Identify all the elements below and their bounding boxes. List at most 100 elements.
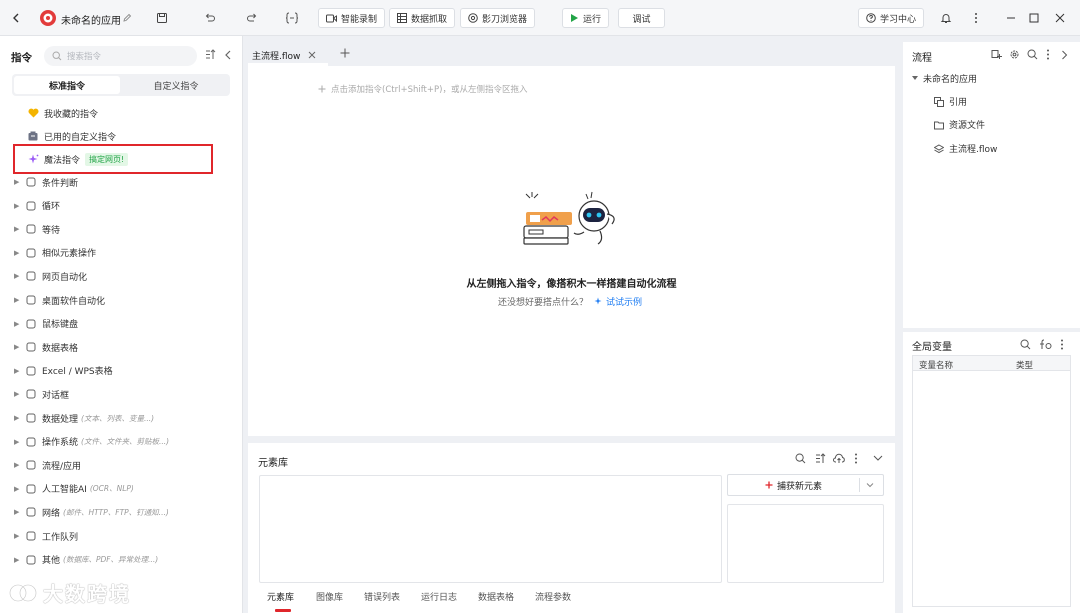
bottom-tab[interactable]: 错误列表 [364, 590, 400, 603]
caret-right-icon: ▶ [14, 319, 20, 328]
category-label: 流程/应用 [42, 461, 82, 472]
category-label: 网页自动化 [42, 272, 88, 283]
caret-right-icon: ▶ [14, 248, 20, 257]
category-item[interactable]: ▶ 工作队列 [14, 527, 78, 545]
browser-button[interactable]: 影刀浏览器 [460, 8, 536, 28]
empty-state-subline: 还没想好要搭点什么？ 试试示例 [498, 295, 642, 308]
global-variables-panel: 全局变量 变量名称 类型 [903, 332, 1080, 613]
variables-table: 变量名称 类型 [912, 355, 1071, 607]
element-preview-area [727, 504, 884, 583]
settings-gear-icon[interactable] [1009, 49, 1020, 60]
search-icon[interactable] [795, 453, 806, 464]
similar-icon [24, 246, 38, 260]
sort-icon[interactable] [815, 453, 826, 464]
network-icon [24, 505, 38, 519]
category-hint: (文件、文件夹、剪贴板...) [81, 437, 170, 447]
category-item[interactable]: ▶ 操作系统 (文件、文件夹、剪贴板...) [14, 433, 169, 451]
more-vertical-icon[interactable] [1060, 339, 1064, 350]
excel-icon [24, 364, 38, 378]
flow-root-item[interactable]: 未命名的应用 [912, 72, 977, 85]
bottom-tab[interactable]: 图像库 [316, 590, 343, 603]
category-item[interactable]: ▶ 网络 (邮件、HTTP、FTP、钉通知...) [14, 503, 169, 521]
smart-record-button[interactable]: 智能录制 [318, 8, 386, 28]
category-item[interactable]: ▶ 对话框 [14, 385, 69, 403]
try-example-link[interactable]: 试试示例 [594, 295, 642, 308]
category-label: 相似元素操作 [42, 249, 97, 260]
plus-icon [765, 481, 773, 489]
edit-pencil-icon[interactable] [119, 10, 135, 26]
tab-close-icon[interactable] [308, 51, 316, 59]
back-arrow-icon[interactable] [8, 10, 24, 26]
instruction-search[interactable]: 搜索指令 [44, 46, 197, 66]
more-vertical-icon[interactable] [968, 10, 984, 26]
category-item[interactable]: ▶ 循环 [14, 197, 60, 215]
bell-icon[interactable] [938, 10, 954, 26]
flow-item-main-flow[interactable]: 主流程.flow [934, 142, 997, 155]
save-icon[interactable] [154, 10, 170, 26]
undo-icon[interactable] [202, 10, 218, 26]
bottom-tab[interactable]: 元素库 [267, 590, 294, 603]
bottom-tab[interactable]: 流程参数 [535, 590, 571, 603]
category-label: 数据表格 [42, 343, 79, 354]
collapse-left-icon[interactable] [224, 50, 232, 60]
category-item[interactable]: ▶ 等待 [14, 220, 60, 238]
category-item[interactable]: ▶ 数据表格 [14, 338, 78, 356]
flow-item-references-label: 引用 [949, 98, 968, 108]
category-hint: (OCR、NLP) [89, 484, 134, 494]
empty-state-subtitle: 还没想好要搭点什么？ [498, 298, 589, 308]
category-item[interactable]: ▶ 条件判断 [14, 173, 78, 191]
category-item[interactable]: ▶ 流程/应用 [14, 456, 81, 474]
add-flow-icon[interactable] [991, 49, 1002, 60]
element-tree-area[interactable] [259, 475, 722, 583]
run-button[interactable]: 运行 [562, 8, 609, 28]
learn-center-button[interactable]: 学习中心 [858, 8, 925, 28]
more-vertical-icon[interactable] [854, 453, 858, 464]
learn-center-label: 学习中心 [880, 14, 917, 25]
video-camera-icon [326, 14, 337, 22]
sort-icon[interactable] [205, 49, 216, 60]
bottom-tab[interactable]: 运行日志 [421, 590, 457, 603]
tab-standard[interactable]: 标准指令 [14, 76, 120, 94]
minimize-icon[interactable] [1003, 10, 1019, 26]
code-braces-icon[interactable] [284, 10, 300, 26]
flow-item-resources[interactable]: 资源文件 [934, 118, 985, 131]
redo-icon[interactable] [244, 10, 260, 26]
cloud-upload-icon[interactable] [833, 453, 845, 464]
category-item[interactable]: ▶ 桌面软件自动化 [14, 291, 105, 309]
close-icon[interactable] [1052, 10, 1068, 26]
function-icon[interactable] [1039, 339, 1052, 350]
capture-new-element-button[interactable]: 捕获新元素 [728, 475, 859, 495]
debug-button[interactable]: 调试 [618, 8, 665, 28]
flow-canvas[interactable]: 点击添加指令(Ctrl+Shift+P)，或从左侧指令区拖入 从左侧拖入指令，像… [248, 66, 895, 436]
magic-instruction-label: 魔法指令 [44, 155, 81, 166]
bottom-tab[interactable]: 数据表格 [478, 590, 514, 603]
search-icon[interactable] [1027, 49, 1038, 60]
maximize-icon[interactable] [1026, 10, 1042, 26]
category-item[interactable]: ▶ 相似元素操作 [14, 244, 96, 262]
tab-main-flow[interactable]: 主流程.flow [252, 46, 316, 64]
favorites-item[interactable]: 我收藏的指令 [26, 104, 98, 122]
category-item[interactable]: ▶ 数据处理 (文本、列表、变量...) [14, 409, 154, 427]
chevron-down-icon[interactable] [873, 455, 883, 462]
add-tab-icon[interactable] [340, 48, 350, 58]
category-item[interactable]: ▶ Excel / WPS表格 [14, 362, 113, 380]
more-vertical-icon[interactable] [1046, 49, 1050, 60]
data-capture-button[interactable]: 数据抓取 [389, 8, 456, 28]
watermark-text: 大数跨境 [43, 582, 131, 606]
category-item[interactable]: ▶ 鼠标键盘 [14, 315, 78, 333]
chevron-right-icon[interactable] [1061, 50, 1068, 60]
empty-state-title: 从左侧拖入指令，像搭积木一样搭建自动化流程 [466, 279, 677, 290]
category-item[interactable]: ▶ 网页自动化 [14, 267, 87, 285]
instruction-panel-title: 指令 [11, 52, 32, 64]
capture-dropdown-icon[interactable] [866, 482, 874, 488]
add-instruction-hint[interactable]: 点击添加指令(Ctrl+Shift+P)，或从左侧指令区拖入 [318, 83, 527, 95]
capture-new-element-label: 捕获新元素 [776, 481, 822, 492]
category-item[interactable]: ▶ 人工智能AI (OCR、NLP) [14, 480, 134, 498]
search-input[interactable]: 搜索指令 [67, 50, 101, 62]
flow-item-references[interactable]: 引用 [934, 95, 967, 108]
search-icon[interactable] [1020, 339, 1031, 350]
magic-instruction-item[interactable]: 魔法指令 搞定网页! [26, 150, 129, 168]
tab-custom[interactable]: 自定义指令 [124, 76, 228, 94]
category-item[interactable]: ▶ 其他 (数据库、PDF、异常处理...) [14, 551, 158, 569]
used-custom-item[interactable]: 已用的自定义指令 [26, 127, 116, 145]
